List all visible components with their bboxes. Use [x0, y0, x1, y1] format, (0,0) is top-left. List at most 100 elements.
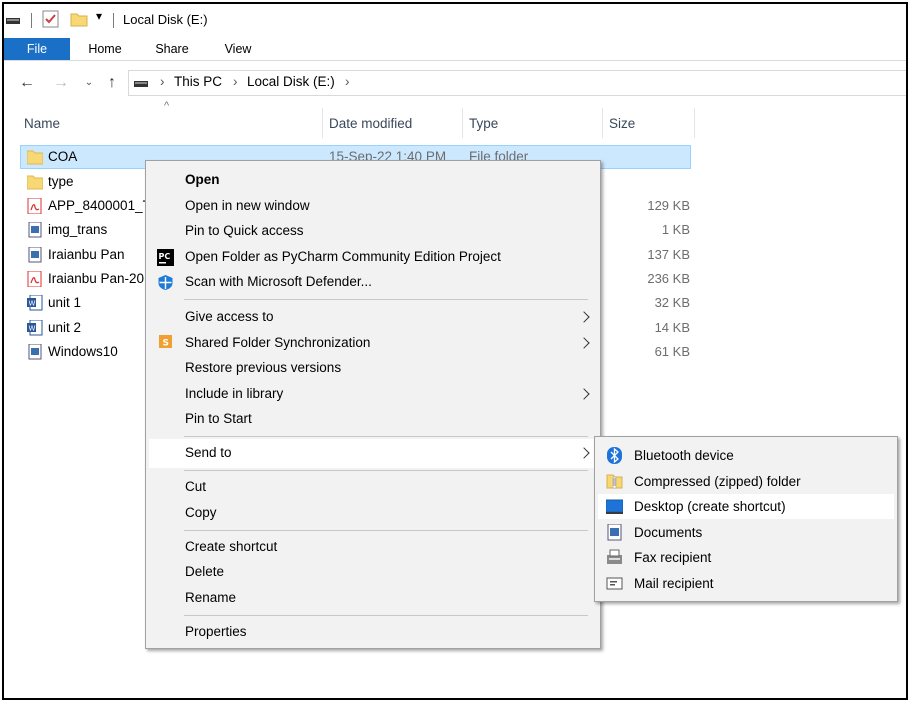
menu-item-send-to[interactable]: Send to — [185, 445, 232, 460]
submenu-arrow-icon — [578, 388, 590, 400]
menu-item-copy[interactable]: Copy — [185, 505, 217, 520]
column-divider[interactable] — [602, 108, 603, 138]
properties-check-icon[interactable] — [42, 10, 60, 28]
file-size: 61 KB — [654, 344, 690, 359]
tab-view[interactable]: View — [212, 38, 264, 60]
menu-item-shared-sync[interactable]: Shared Folder Synchronization — [185, 335, 370, 350]
sync-s-icon: S — [159, 335, 172, 348]
bluetooth-icon — [607, 447, 622, 464]
up-arrow-icon[interactable]: ↑ — [101, 70, 123, 96]
file-name: Windows10 — [48, 344, 118, 359]
back-arrow-icon[interactable]: ← — [16, 70, 38, 96]
tab-file[interactable]: File — [4, 38, 70, 60]
menu-separator — [184, 299, 588, 300]
column-size[interactable]: Size — [609, 116, 635, 131]
ribbon-divider — [4, 60, 906, 61]
file-name: Iraianbu Pan — [48, 247, 125, 262]
tab-home[interactable]: Home — [77, 38, 133, 60]
forward-arrow-icon[interactable]: → — [50, 70, 72, 96]
column-date-modified[interactable]: Date modified — [329, 116, 412, 131]
sort-up-icon: ^ — [164, 100, 170, 112]
breadcrumb-local-disk[interactable]: Local Disk (E:) — [247, 74, 335, 89]
window-title: Local Disk (E:) — [123, 12, 208, 27]
menu-item-scan-defender[interactable]: Scan with Microsoft Defender... — [185, 274, 372, 289]
context-menu: Open Open in new window Pin to Quick acc… — [145, 160, 601, 649]
submenu-item-bluetooth[interactable]: Bluetooth device — [634, 448, 734, 463]
file-name: unit 1 — [48, 295, 82, 310]
submenu-item-mail[interactable]: Mail recipient — [634, 576, 714, 591]
explorer-window: ▾ Local Disk (E:) File Home Share View ←… — [2, 2, 908, 700]
submenu-item-desktop[interactable]: Desktop (create shortcut) — [634, 499, 786, 514]
breadcrumb-this-pc[interactable]: This PC — [174, 74, 222, 89]
zip-folder-icon — [606, 474, 623, 489]
separator — [113, 13, 114, 28]
menu-item-properties[interactable]: Properties — [185, 624, 247, 639]
file-size: 32 KB — [654, 295, 690, 310]
menu-item-open-new-window[interactable]: Open in new window — [185, 198, 310, 213]
submenu-item-fax[interactable]: Fax recipient — [634, 550, 711, 565]
pdf-icon — [27, 198, 42, 214]
desktop-icon — [606, 499, 623, 514]
column-type[interactable]: Type — [469, 116, 498, 131]
recent-locations-icon[interactable]: ⌄ — [78, 70, 100, 96]
word-icon: W — [27, 320, 43, 336]
chevron-right-icon[interactable]: › — [345, 74, 350, 89]
document-icon — [28, 344, 42, 360]
menu-item-open[interactable]: Open — [185, 172, 220, 187]
title-bar: ▾ Local Disk (E:) — [4, 4, 906, 38]
svg-text:W: W — [29, 325, 36, 333]
menu-separator — [184, 615, 588, 616]
mail-icon — [606, 577, 623, 590]
menu-item-give-access[interactable]: Give access to — [185, 309, 274, 324]
submenu-item-documents[interactable]: Documents — [634, 525, 702, 540]
menu-item-delete[interactable]: Delete — [185, 564, 224, 579]
separator — [31, 13, 32, 28]
file-size: 129 KB — [647, 198, 690, 213]
column-divider[interactable] — [462, 108, 463, 138]
file-name: Iraianbu Pan-20 — [48, 271, 145, 286]
pdf-icon — [27, 271, 42, 287]
send-to-submenu: Bluetooth device Compressed (zipped) fol… — [594, 436, 898, 602]
pycharm-icon: PC — [157, 249, 174, 266]
menu-item-open-pycharm[interactable]: Open Folder as PyCharm Community Edition… — [185, 249, 501, 264]
file-size: 137 KB — [647, 247, 690, 262]
file-name: type — [48, 174, 74, 189]
submenu-arrow-icon — [578, 311, 590, 323]
folder-icon — [27, 175, 43, 190]
menu-separator — [184, 530, 588, 531]
file-name: unit 2 — [48, 320, 82, 335]
file-name: APP_8400001_T — [48, 198, 151, 213]
chevron-right-icon: › — [160, 74, 165, 89]
column-name[interactable]: Name — [24, 116, 60, 131]
menu-item-restore-versions[interactable]: Restore previous versions — [185, 360, 341, 375]
file-name: COA — [48, 149, 78, 164]
svg-text:PC: PC — [159, 252, 171, 261]
menu-separator — [184, 470, 588, 471]
menu-item-rename[interactable]: Rename — [185, 590, 236, 605]
drive-icon — [134, 81, 148, 87]
file-size: 14 KB — [654, 320, 690, 335]
document-icon — [28, 222, 42, 238]
new-folder-icon[interactable] — [70, 11, 88, 27]
address-bar[interactable] — [128, 70, 906, 96]
file-size: 236 KB — [647, 271, 690, 286]
customize-qat-icon[interactable]: ▾ — [96, 9, 102, 23]
menu-item-pin-quick-access[interactable]: Pin to Quick access — [185, 223, 304, 238]
menu-item-include-library[interactable]: Include in library — [185, 386, 283, 401]
tab-share[interactable]: Share — [146, 38, 198, 60]
document-icon — [28, 247, 42, 263]
menu-item-create-shortcut[interactable]: Create shortcut — [185, 539, 277, 554]
column-divider[interactable] — [322, 108, 323, 138]
file-name: img_trans — [48, 222, 108, 237]
drive-icon — [6, 18, 20, 24]
column-divider[interactable] — [694, 108, 695, 138]
submenu-item-compressed[interactable]: Compressed (zipped) folder — [634, 474, 801, 489]
file-size: 1 KB — [661, 222, 690, 237]
defender-shield-icon — [158, 275, 173, 290]
menu-item-cut[interactable]: Cut — [185, 479, 206, 494]
documents-icon — [607, 524, 622, 541]
svg-text:W: W — [29, 300, 36, 308]
chevron-right-icon: › — [233, 74, 238, 89]
submenu-arrow-icon — [578, 337, 590, 349]
menu-item-pin-start[interactable]: Pin to Start — [185, 411, 252, 426]
